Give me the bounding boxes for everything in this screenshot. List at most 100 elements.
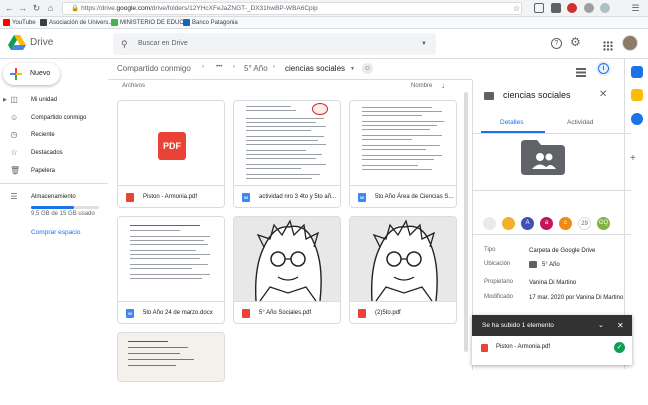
bookmarks-bar: YouTube Asociación de Univers... MINISTE… (0, 17, 648, 29)
info-button[interactable]: i (596, 61, 611, 76)
lock-icon: 🔒 (71, 5, 80, 12)
collaborator-avatar[interactable]: c (559, 217, 572, 230)
extension-icon[interactable] (551, 3, 561, 13)
bookmark-youtube[interactable]: YouTube (3, 18, 36, 28)
breadcrumb-separator-icon: › (273, 64, 275, 70)
breadcrumb-more[interactable]: ••• (216, 64, 222, 70)
url-domain: google.com (116, 5, 151, 12)
collapse-chevron-icon[interactable]: ⌄ (598, 315, 604, 336)
help-icon[interactable]: ? (551, 38, 562, 49)
app-name: Drive (30, 37, 54, 48)
profile-avatar-icon[interactable] (600, 3, 610, 13)
file-card[interactable]: 5° Año Sociales.pdf (233, 216, 341, 324)
prop-value: Vanina Di Martino (529, 280, 577, 286)
shared-icon: ☺ (10, 113, 19, 122)
storage-bar (31, 206, 99, 209)
cartoon-drawing-image (254, 219, 322, 302)
sidebar-item-storage[interactable]: ☰ Almacenamiento (0, 189, 108, 205)
collaborator-avatar[interactable]: 29 (578, 217, 591, 230)
folder-preview-icon (521, 140, 565, 175)
account-avatar[interactable] (622, 35, 638, 51)
reload-icon[interactable]: ↻ (31, 3, 42, 14)
sidebar-item-label: Destacados (31, 150, 63, 156)
apps-grid-icon[interactable] (603, 38, 613, 51)
buy-storage-link[interactable]: Comprar espacio (31, 229, 81, 236)
file-card-footer: Piston - Armonia.pdf (118, 185, 224, 207)
settings-gear-icon[interactable]: ⚙ (570, 36, 581, 48)
location-link[interactable]: 5° Año (542, 261, 637, 269)
file-card[interactable]: W 5to Año 24 de marzo.docx (117, 216, 225, 324)
bookmark-asociacion[interactable]: Asociación de Univers... (40, 18, 113, 28)
sidebar-item-starred[interactable]: ☆ Destacados (0, 145, 108, 161)
drive-icon: ◫ (10, 95, 18, 104)
extension-icon[interactable] (584, 3, 594, 13)
bookmark-banco-patagonia[interactable]: Banco Patagonia (183, 18, 238, 28)
search-bar[interactable]: ⚲ Buscar en Drive ▼ (113, 33, 436, 55)
info-icon: i (598, 63, 609, 74)
extension-icon[interactable] (534, 3, 544, 13)
search-input[interactable]: Buscar en Drive (138, 33, 188, 55)
add-addon-icon[interactable]: + (630, 153, 636, 164)
details-title: ciencias sociales (503, 90, 571, 100)
sidebar-item-trash[interactable]: 🗑 Papelera (0, 163, 108, 179)
list-view-icon[interactable] (576, 64, 586, 77)
bookmark-label: Asociación de Univers... (49, 20, 114, 26)
expand-arrow-icon[interactable]: ▶ (3, 92, 7, 108)
close-icon[interactable]: ✕ (599, 89, 607, 100)
sidebar-item-recent[interactable]: ◷ Reciente (0, 127, 108, 143)
new-button[interactable]: Nuevo (3, 63, 60, 85)
sidebar-item-shared[interactable]: ☺ Compartido conmigo (0, 110, 108, 126)
extension-icon[interactable] (567, 3, 577, 13)
url-prefix: https://drive. (81, 5, 117, 12)
browser-toolbar: ← → ↻ ⌂ 🔒 https://drive.google.com/drive/… (0, 0, 648, 17)
sidebar-divider (0, 183, 108, 184)
address-bar[interactable]: 🔒 https://drive.google.com/drive/folders/… (62, 2, 522, 15)
shared-folder-icon: ☺ (362, 63, 373, 74)
sort-label[interactable]: Nombre (411, 83, 432, 89)
forward-icon[interactable]: → (17, 3, 28, 14)
breadcrumb-parent[interactable]: 5° Año (244, 64, 268, 73)
file-card[interactable]: PDF Piston - Armonia.pdf (117, 100, 225, 208)
collaborator-avatar[interactable]: A (521, 217, 534, 230)
pdf-type-icon (126, 193, 134, 202)
collaborator-avatar[interactable]: GQ (597, 217, 610, 230)
close-icon[interactable]: ✕ (617, 315, 624, 336)
sort-direction-icon[interactable]: ↓ (441, 81, 445, 90)
keep-icon[interactable] (631, 89, 643, 101)
bookmark-ministerio[interactable]: MINISTERIO DE EDUC... (111, 18, 189, 28)
file-card[interactable]: (2)5to.pdf (349, 216, 457, 324)
star-icon: ☆ (10, 148, 18, 157)
collaborator-avatar[interactable]: a (540, 217, 553, 230)
bookmark-star-icon[interactable]: ☆ (511, 3, 522, 14)
collaborator-avatar[interactable] (502, 217, 515, 230)
file-card[interactable]: W actividad nro 3 4to y 5to añ... (233, 100, 341, 208)
search-icon[interactable]: ⚲ (121, 33, 128, 55)
file-card[interactable] (117, 332, 225, 382)
search-options-icon[interactable]: ▼ (421, 33, 427, 55)
youtube-icon (3, 18, 10, 26)
scrollbar[interactable] (464, 92, 468, 352)
tasks-icon[interactable] (631, 113, 643, 125)
file-thumbnail (350, 217, 456, 302)
home-icon[interactable]: ⌂ (45, 3, 56, 14)
file-card[interactable]: W 5to Año Área de Ciencias S... (349, 100, 457, 208)
calendar-icon[interactable] (631, 66, 643, 78)
toast-header: Se ha subido 1 elemento ⌄ ✕ (472, 315, 632, 336)
url-path: /drive/folders/12YHcXFeJaZNGT-_DX31hwBP-… (150, 5, 318, 12)
file-thumbnail (350, 101, 456, 185)
breadcrumb-root[interactable]: Compartido conmigo (117, 64, 191, 73)
collaborator-avatar[interactable] (483, 217, 496, 230)
file-name: 5to Año Área de Ciencias S... (375, 194, 454, 200)
sidebar-item-my-drive[interactable]: ▶ ◫ Mi unidad (0, 92, 108, 108)
tab-activity[interactable]: Actividad (567, 119, 593, 126)
browser-menu-icon[interactable]: ☰ (630, 3, 641, 14)
plus-icon (10, 68, 22, 80)
breadcrumb-current[interactable]: ciencias sociales (285, 64, 345, 73)
drive-logo-icon[interactable] (8, 35, 26, 51)
checkmark-icon: ✓ (614, 342, 625, 353)
folder-menu-chevron-icon[interactable]: ▼ (350, 66, 355, 72)
file-thumbnail (118, 333, 224, 381)
back-icon[interactable]: ← (4, 3, 15, 14)
tab-details[interactable]: Detalles (500, 119, 523, 126)
file-thumbnail (118, 217, 224, 301)
